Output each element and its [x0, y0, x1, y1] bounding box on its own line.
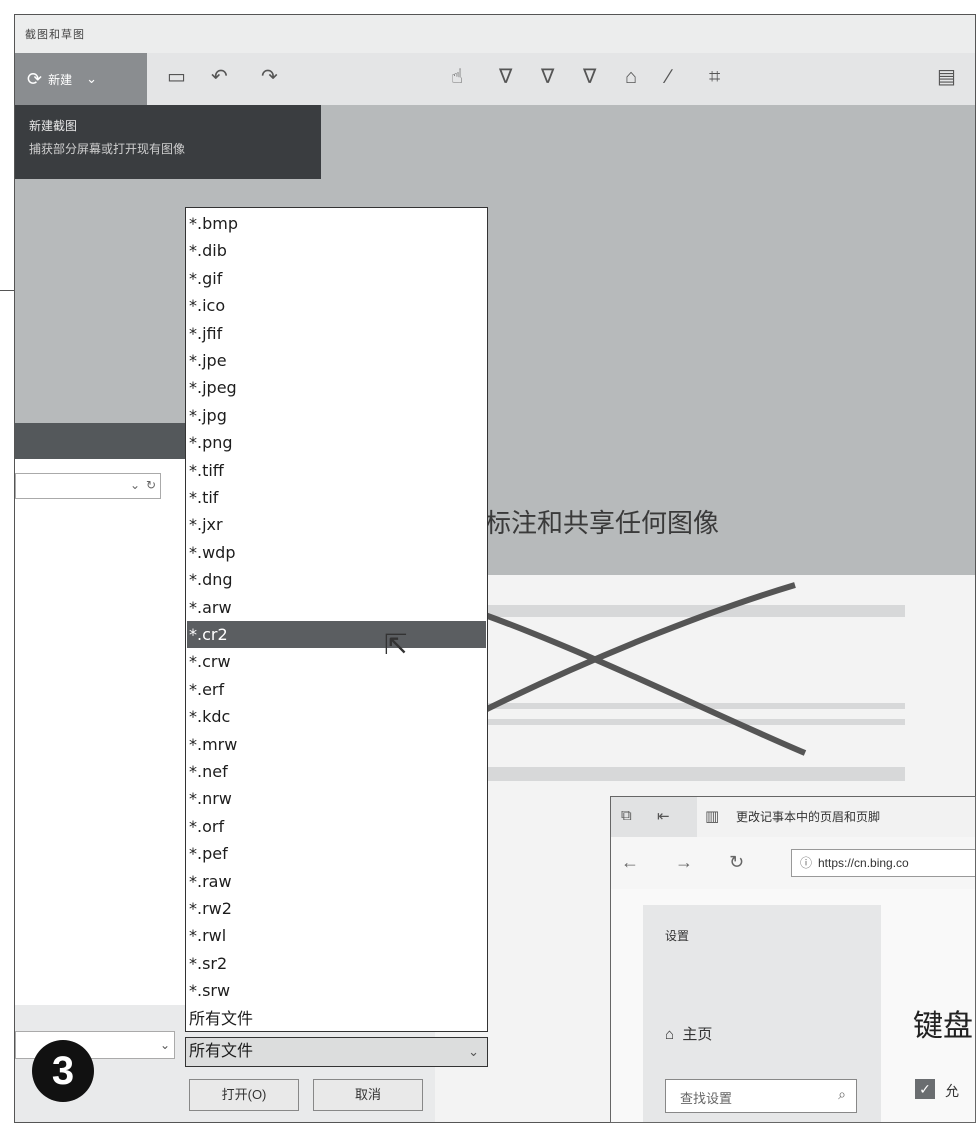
file-type-option[interactable]: *.mrw — [187, 731, 486, 758]
file-type-option[interactable]: *.jfif — [187, 320, 486, 347]
settings-search-placeholder: 查找设置 — [680, 1091, 733, 1106]
file-type-option[interactable]: *.sr2 — [187, 950, 486, 977]
file-type-option[interactable]: *.srw — [187, 977, 486, 1004]
pencil-icon[interactable]: ∇ — [541, 67, 554, 87]
browser-content: 设置 ⌂ 主页 查找设置 ⌕ 键盘 ✓ 允 — [611, 889, 975, 1122]
file-type-option[interactable]: *.wdp — [187, 539, 486, 566]
address-text: https://cn.bing.co — [818, 856, 909, 870]
file-type-option[interactable]: *.crw — [187, 648, 486, 675]
file-type-option[interactable]: *.bmp — [187, 210, 486, 237]
file-type-option[interactable]: *.png — [187, 429, 486, 456]
path-dropdown[interactable]: ⌄ ↻ — [15, 473, 161, 499]
folder-icon[interactable]: ▭ — [167, 67, 186, 87]
tab-aside-icon[interactable]: ⇤ — [657, 807, 670, 825]
file-type-option[interactable]: *.jpg — [187, 402, 486, 429]
file-type-option[interactable]: *.tif — [187, 484, 486, 511]
browser-tab-title: 更改记事本中的页眉和页脚 — [736, 810, 881, 824]
browser-address-row: ← → ↻ ⓘ https://cn.bing.co — [611, 837, 975, 889]
new-snip-label: 新建 — [48, 72, 73, 87]
settings-search-box[interactable]: 查找设置 ⌕ — [665, 1079, 857, 1113]
file-type-dropdown-list[interactable]: *.bmp *.dib *.gif *.ico *.jfif *.jpe *.jpeg *.j… — [185, 207, 488, 1032]
file-type-option[interactable]: *.ico — [187, 292, 486, 319]
ballpoint-pen-icon[interactable]: ∇ — [499, 67, 512, 87]
chevron-down-icon: ⌄ — [468, 1044, 479, 1059]
file-type-option[interactable]: *.kdc — [187, 703, 486, 730]
touch-writing-icon[interactable]: ☝ — [451, 67, 463, 87]
tooltip-description: 捕获部分屏幕或打开现有图像 — [29, 142, 186, 156]
file-type-option[interactable]: *.erf — [187, 676, 486, 703]
file-type-option[interactable]: *.arw — [187, 594, 486, 621]
browser-tab-bar: ⧉ ⇤ ▥ 更改记事本中的页眉和页脚 — [611, 797, 975, 837]
step-number-badge: 3 — [32, 1040, 94, 1102]
file-type-option[interactable]: *.nrw — [187, 785, 486, 812]
file-type-option[interactable]: *.jpeg — [187, 374, 486, 401]
open-button[interactable]: 打开(O) — [189, 1079, 299, 1111]
new-snip-button[interactable]: ⟳ 新建 ⌄ — [15, 53, 147, 105]
file-type-select[interactable]: 所有文件 ⌄ — [185, 1037, 488, 1067]
chevron-down-icon[interactable]: ⌄ — [160, 1038, 170, 1052]
mouse-cursor-icon: ⇱ — [384, 629, 408, 660]
home-icon: ⌂ — [665, 1026, 675, 1043]
settings-home-link[interactable]: ⌂ 主页 — [665, 1023, 712, 1044]
file-type-option[interactable]: *.rw2 — [187, 895, 486, 922]
file-type-option[interactable]: *.nef — [187, 758, 486, 785]
divider-line — [0, 290, 14, 291]
new-snip-icon: ⟳ — [27, 68, 43, 89]
hero-text: 标注和共享任何图像 — [485, 508, 720, 538]
chevron-down-icon[interactable]: ⌄ — [130, 478, 140, 492]
toolbar: ⟳ 新建 ⌄ ▭ ↶ ↷ ☝ ∇ ∇ ∇ ⌂ ∕ ⌗ ▤ — [15, 53, 975, 105]
file-type-option[interactable]: *.orf — [187, 813, 486, 840]
settings-nav-panel: 设置 ⌂ 主页 查找设置 ⌕ — [643, 905, 881, 1122]
file-type-option[interactable]: 所有文件 — [187, 1005, 486, 1032]
settings-checkbox-label: 允 — [945, 1083, 959, 1099]
highlighter-icon[interactable]: ∇ — [583, 67, 596, 87]
file-type-option[interactable]: *.jxr — [187, 511, 486, 538]
save-icon[interactable]: ▤ — [937, 67, 956, 87]
title-bar: 截图和草图 — [15, 15, 975, 53]
eraser-icon[interactable]: ⌂ — [625, 67, 637, 87]
refresh-icon[interactable]: ↻ — [729, 852, 744, 873]
file-type-option[interactable]: *.dib — [187, 237, 486, 264]
info-icon: ⓘ — [800, 856, 813, 870]
search-icon: ⌕ — [838, 1086, 846, 1102]
file-type-option[interactable]: *.cr2 — [187, 621, 486, 648]
browser-window: ⧉ ⇤ ▥ 更改记事本中的页眉和页脚 ← → ↻ ⓘ https://cn.bi… — [610, 796, 976, 1123]
file-type-option[interactable]: *.rwl — [187, 922, 486, 949]
file-type-option[interactable]: *.dng — [187, 566, 486, 593]
tab-favicon-icon: ▥ — [705, 808, 720, 825]
settings-heading: 键盘 — [913, 1010, 973, 1043]
chevron-down-icon[interactable]: ⌄ — [86, 71, 97, 87]
back-icon[interactable]: ← — [621, 852, 639, 873]
redo-icon[interactable]: ↷ — [261, 67, 278, 87]
file-type-option[interactable]: *.jpe — [187, 347, 486, 374]
tooltip-title: 新建截图 — [29, 119, 78, 133]
settings-checkbox[interactable]: ✓ — [915, 1079, 935, 1099]
settings-home-label: 主页 — [682, 1026, 713, 1043]
crop-icon[interactable]: ⌗ — [709, 67, 720, 87]
cancel-button[interactable]: 取消 — [313, 1079, 423, 1111]
tab-preview-icon[interactable]: ⧉ — [621, 807, 632, 824]
ruler-icon[interactable]: ∕ — [667, 67, 670, 87]
new-snip-tooltip: 新建截图 捕获部分屏幕或打开现有图像 — [15, 105, 321, 179]
settings-title: 设置 — [665, 929, 690, 943]
undo-icon[interactable]: ↶ — [211, 67, 228, 87]
app-title: 截图和草图 — [25, 29, 85, 41]
file-type-option[interactable]: *.tiff — [187, 457, 486, 484]
refresh-icon[interactable]: ↻ — [146, 478, 156, 492]
file-type-option[interactable]: *.pef — [187, 840, 486, 867]
forward-icon[interactable]: → — [675, 852, 693, 873]
address-bar[interactable]: ⓘ https://cn.bing.co — [791, 849, 975, 877]
file-type-option[interactable]: *.raw — [187, 868, 486, 895]
file-type-select-value: 所有文件 — [189, 1043, 254, 1060]
file-type-option[interactable]: *.gif — [187, 265, 486, 292]
